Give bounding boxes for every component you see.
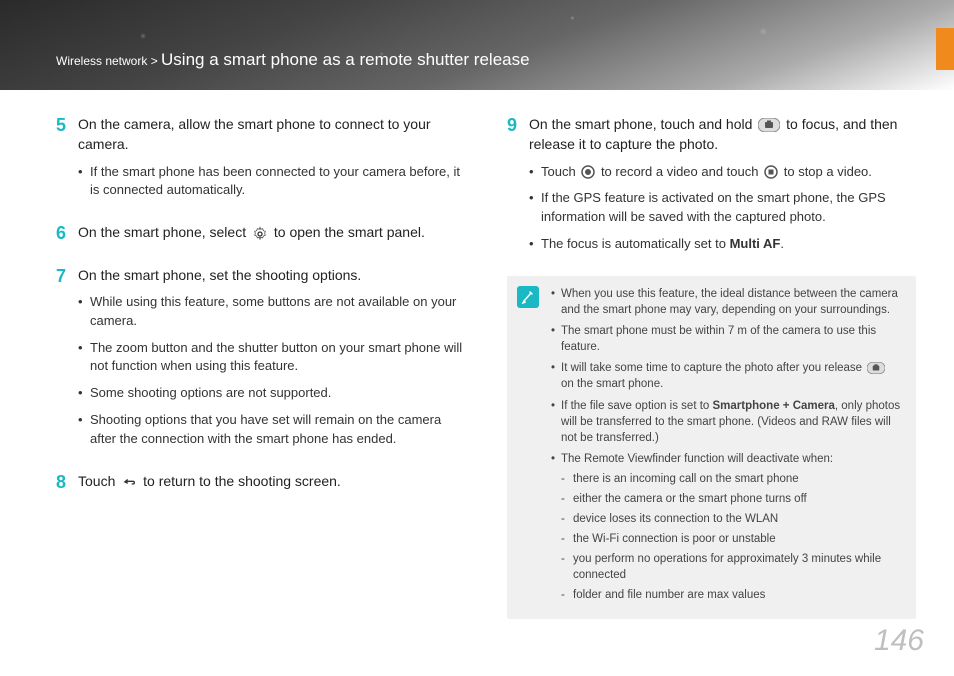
note-subitem: there is an incoming call on the smart p…: [561, 471, 902, 487]
page-number: 146: [874, 624, 924, 658]
step-text: On the smart phone, set the shooting opt…: [78, 265, 465, 285]
step-body: On the smart phone, set the shooting opt…: [78, 265, 465, 457]
bold-text: Smartphone + Camera: [713, 400, 835, 412]
bullet-item: If the smart phone has been connected to…: [78, 163, 465, 201]
step-text: On the smart phone, select to open the s…: [78, 222, 465, 242]
breadcrumb: Wireless network > Using a smart phone a…: [56, 50, 530, 70]
note-item: It will take some time to capture the ph…: [551, 360, 902, 392]
step-number: 7: [56, 265, 78, 457]
camera-button-icon: [758, 118, 780, 132]
bullet-item: Some shooting options are not supported.: [78, 384, 465, 403]
bold-text: Multi AF: [730, 236, 781, 251]
step-8: 8 Touch to return to the shooting screen…: [56, 471, 465, 499]
note-item: The smart phone must be within 7 m of th…: [551, 323, 902, 355]
sub-bullets: Touch to record a video and touch to sto…: [529, 163, 916, 254]
step-number: 9: [507, 114, 529, 262]
record-icon: [581, 165, 595, 179]
content-columns: 5 On the camera, allow the smart phone t…: [0, 90, 954, 619]
step-body: On the camera, allow the smart phone to …: [78, 114, 465, 208]
step-text: On the camera, allow the smart phone to …: [78, 114, 465, 155]
note-item: When you use this feature, the ideal dis…: [551, 286, 902, 318]
side-tab: [936, 28, 954, 70]
bullet-item: Shooting options that you have set will …: [78, 411, 465, 449]
page-title: Using a smart phone as a remote shutter …: [161, 50, 530, 69]
note-subitem: the Wi-Fi connection is poor or unstable: [561, 531, 902, 547]
breadcrumb-prefix: Wireless network >: [56, 54, 161, 68]
step-9: 9 On the smart phone, touch and hold to …: [507, 114, 916, 262]
step-text: Touch to return to the shooting screen.: [78, 471, 465, 491]
bullet-item: While using this feature, some buttons a…: [78, 293, 465, 331]
step-body: Touch to return to the shooting screen.: [78, 471, 465, 499]
note-item: If the file save option is set to Smartp…: [551, 398, 902, 446]
note-box: When you use this feature, the ideal dis…: [507, 276, 916, 619]
page-header: Wireless network > Using a smart phone a…: [0, 0, 954, 90]
note-subitem: you perform no operations for approximat…: [561, 551, 902, 583]
note-subitem: folder and file number are max values: [561, 587, 902, 603]
right-column: 9 On the smart phone, touch and hold to …: [507, 114, 916, 619]
note-list: When you use this feature, the ideal dis…: [551, 286, 902, 604]
step-number: 8: [56, 471, 78, 499]
camera-button-icon: [867, 362, 885, 374]
step-number: 5: [56, 114, 78, 208]
note-subitem: either the camera or the smart phone tur…: [561, 491, 902, 507]
step-number: 6: [56, 222, 78, 250]
sub-bullets: If the smart phone has been connected to…: [78, 163, 465, 201]
step-body: On the smart phone, select to open the s…: [78, 222, 465, 250]
left-column: 5 On the camera, allow the smart phone t…: [56, 114, 465, 619]
bullet-item: The focus is automatically set to Multi …: [529, 235, 916, 254]
note-subitem: device loses its connection to the WLAN: [561, 511, 902, 527]
note-icon: [517, 286, 539, 308]
step-5: 5 On the camera, allow the smart phone t…: [56, 114, 465, 208]
bullet-item: Touch to record a video and touch to sto…: [529, 163, 916, 182]
step-text: On the smart phone, touch and hold to fo…: [529, 114, 916, 155]
note-item: The Remote Viewfinder function will deac…: [551, 451, 902, 604]
sub-bullets: While using this feature, some buttons a…: [78, 293, 465, 449]
return-icon: [121, 475, 137, 489]
stop-icon: [764, 165, 778, 179]
gear-icon: [252, 226, 268, 242]
bullet-item: The zoom button and the shutter button o…: [78, 339, 465, 377]
step-7: 7 On the smart phone, set the shooting o…: [56, 265, 465, 457]
bullet-item: If the GPS feature is activated on the s…: [529, 189, 916, 227]
step-6: 6 On the smart phone, select to open the…: [56, 222, 465, 250]
step-body: On the smart phone, touch and hold to fo…: [529, 114, 916, 262]
note-sublist: there is an incoming call on the smart p…: [561, 471, 902, 604]
